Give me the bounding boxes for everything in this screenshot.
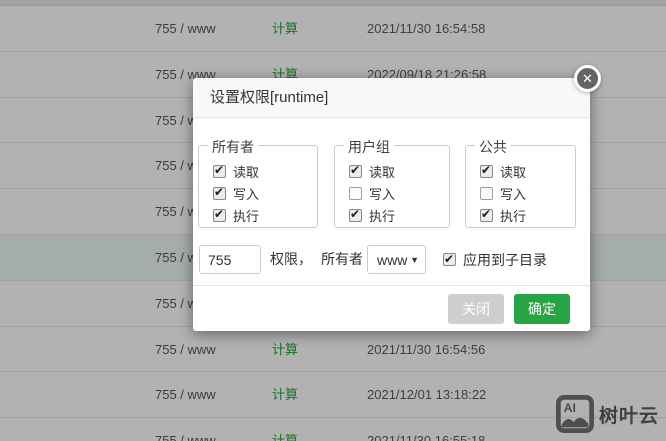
checkbox-icon[interactable] — [480, 186, 493, 200]
checkbox-label: 读取 — [500, 164, 527, 180]
apply-to-subdir-label: 应用到子目录 — [463, 251, 547, 268]
permission-groups: 所有者 读取 写入 执行 用户组 读取 写入 执行 — [198, 137, 576, 228]
checkbox-label: 执行 — [500, 208, 527, 224]
close-icon: ✕ — [582, 71, 593, 86]
apply-to-subdir-checkbox[interactable]: 应用到子目录 — [443, 245, 547, 274]
checkbox-label: 执行 — [369, 208, 396, 224]
group-legend: 公共 — [475, 137, 511, 157]
dialog-title: 设置权限[runtime] — [210, 89, 329, 106]
permission-checkbox-item[interactable]: 写入 — [213, 182, 317, 204]
checkbox-icon[interactable] — [349, 186, 362, 200]
checkbox-label: 写入 — [233, 186, 260, 202]
owner-label: 所有者 — [321, 251, 363, 267]
checkbox-icon[interactable] — [480, 207, 493, 222]
checkbox-label: 写入 — [500, 186, 527, 202]
close-button[interactable]: 关闭 — [448, 293, 504, 324]
checkbox-icon[interactable] — [213, 163, 226, 178]
permission-checkbox-item[interactable]: 执行 — [213, 204, 317, 226]
checkbox-icon[interactable] — [349, 163, 362, 178]
group-legend: 用户组 — [344, 137, 394, 157]
permission-value-input[interactable] — [199, 245, 261, 274]
checkbox-icon[interactable] — [349, 207, 362, 222]
watermark-logo-icon: AI — [556, 395, 594, 433]
checkbox-label: 执行 — [233, 208, 260, 224]
set-permission-dialog: 设置权限[runtime] 所有者 读取 写入 执行 用户组 读取 写 — [193, 78, 590, 331]
checkbox-label: 写入 — [369, 186, 396, 202]
watermark: AI 树叶云 — [556, 395, 659, 433]
permission-checkbox-item[interactable]: 读取 — [349, 160, 449, 182]
watermark-brand: 树叶云 — [599, 405, 660, 427]
group-items: 读取 写入 执行 — [480, 160, 575, 226]
screen: 755 / www 计算 2021/11/30 16:54:58 755 / w… — [0, 0, 666, 441]
dialog-header: 设置权限[runtime] — [193, 78, 590, 118]
checkbox-label: 读取 — [369, 164, 396, 180]
permission-label: 权限， — [270, 251, 312, 267]
permission-group: 公共 读取 写入 执行 — [465, 137, 576, 228]
group-items: 读取 写入 执行 — [213, 160, 317, 226]
group-items: 读取 写入 执行 — [349, 160, 449, 226]
permission-checkbox-item[interactable]: 写入 — [349, 182, 449, 204]
permission-checkbox-item[interactable]: 执行 — [480, 204, 575, 226]
checkbox-label: 读取 — [233, 164, 260, 180]
owner-select[interactable]: www ▼ — [367, 245, 426, 274]
permission-checkbox-item[interactable]: 写入 — [480, 182, 575, 204]
permission-value-row: 权限， 所有者 www ▼ 应用到子目录 — [193, 245, 590, 274]
checkbox-icon[interactable] — [213, 185, 226, 200]
permission-checkbox-item[interactable]: 读取 — [480, 160, 575, 182]
dialog-footer: 关闭 确定 — [193, 285, 590, 331]
dialog-close-button[interactable]: ✕ — [574, 65, 601, 92]
checkbox-icon[interactable] — [480, 163, 493, 178]
owner-select-value: www — [377, 251, 408, 268]
permission-checkbox-item[interactable]: 读取 — [213, 160, 317, 182]
watermark-ai-label: AI — [564, 401, 576, 415]
checkbox-icon[interactable] — [443, 252, 456, 266]
chevron-down-icon: ▼ — [410, 254, 419, 265]
checkbox-icon[interactable] — [213, 207, 226, 222]
group-legend: 所有者 — [208, 137, 258, 157]
permission-group: 用户组 读取 写入 执行 — [334, 137, 450, 228]
permission-checkbox-item[interactable]: 执行 — [349, 204, 449, 226]
confirm-button[interactable]: 确定 — [514, 293, 570, 324]
permission-group: 所有者 读取 写入 执行 — [198, 137, 318, 228]
